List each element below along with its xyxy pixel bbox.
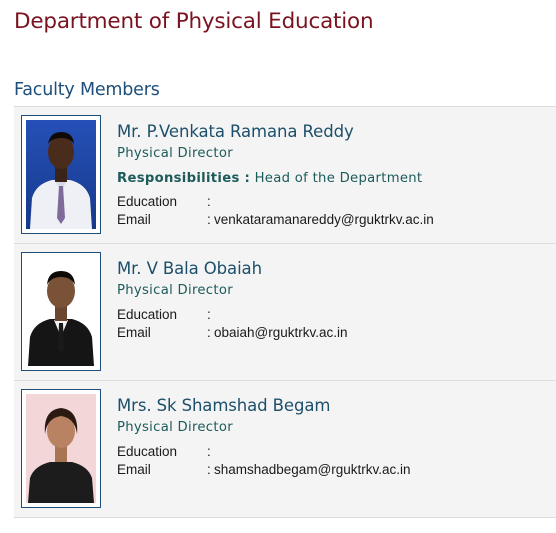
faculty-photo-frame — [21, 115, 101, 234]
faculty-photo[interactable] — [26, 257, 96, 366]
email-value[interactable]: obaiah@rguktrkv.ac.in — [214, 324, 348, 342]
faculty-responsibilities: Responsibilities : Head of the Departmen… — [117, 170, 556, 188]
email-value[interactable]: venkataramanareddy@rguktrkv.ac.in — [214, 211, 434, 229]
faculty-card: Mr. P.Venkata Ramana Reddy Physical Dire… — [14, 107, 556, 244]
faculty-info: Mr. P.Venkata Ramana Reddy Physical Dire… — [117, 121, 556, 229]
faculty-photo[interactable] — [26, 120, 96, 229]
email-label: Email — [117, 212, 151, 227]
email-separator: : — [207, 212, 211, 227]
responsibilities-value: Head of the Department — [254, 171, 423, 186]
faculty-details: Education : Email : obaiah@rguktrkv.ac.i… — [117, 306, 556, 342]
page-title: Department of Physical Education — [14, 9, 374, 34]
faculty-details: Education : Email : shamshadbegam@rguktr… — [117, 443, 556, 479]
faculty-card: Mr. V Bala Obaiah Physical Director Educ… — [14, 244, 556, 381]
education-row: Education : — [117, 443, 556, 461]
education-label: Education — [117, 444, 178, 459]
education-label: Education — [117, 307, 178, 322]
email-row: Email : shamshadbegam@rguktrkv.ac.in — [117, 461, 556, 479]
faculty-info: Mrs. Sk Shamshad Begam Physical Director… — [117, 395, 556, 479]
faculty-name: Mrs. Sk Shamshad Begam — [117, 396, 331, 415]
faculty-photo[interactable] — [26, 394, 96, 503]
education-row: Education : — [117, 306, 556, 324]
email-separator: : — [207, 462, 211, 477]
faculty-designation: Physical Director — [117, 146, 233, 161]
faculty-photo-frame — [21, 389, 101, 508]
education-row: Education : — [117, 193, 556, 211]
faculty-designation: Physical Director — [117, 420, 233, 435]
faculty-details: Education : Email : venkataramanareddy@r… — [117, 193, 556, 229]
email-value[interactable]: shamshadbegam@rguktrkv.ac.in — [214, 461, 411, 479]
email-row: Email : obaiah@rguktrkv.ac.in — [117, 324, 556, 342]
faculty-name: Mr. P.Venkata Ramana Reddy — [117, 122, 354, 141]
education-separator: : — [207, 444, 211, 459]
section-title: Faculty Members — [14, 80, 160, 100]
email-row: Email : venkataramanareddy@rguktrkv.ac.i… — [117, 211, 556, 229]
faculty-designation: Physical Director — [117, 283, 233, 298]
faculty-photo-frame — [21, 252, 101, 371]
responsibilities-label: Responsibilities : — [117, 171, 251, 186]
faculty-name: Mr. V Bala Obaiah — [117, 259, 262, 278]
education-separator: : — [207, 307, 211, 322]
email-label: Email — [117, 462, 151, 477]
email-label: Email — [117, 325, 151, 340]
faculty-info: Mr. V Bala Obaiah Physical Director Educ… — [117, 258, 556, 342]
faculty-list: Mr. P.Venkata Ramana Reddy Physical Dire… — [14, 106, 556, 518]
faculty-card: Mrs. Sk Shamshad Begam Physical Director… — [14, 381, 556, 518]
email-separator: : — [207, 325, 211, 340]
education-label: Education — [117, 194, 178, 209]
education-separator: : — [207, 194, 211, 209]
